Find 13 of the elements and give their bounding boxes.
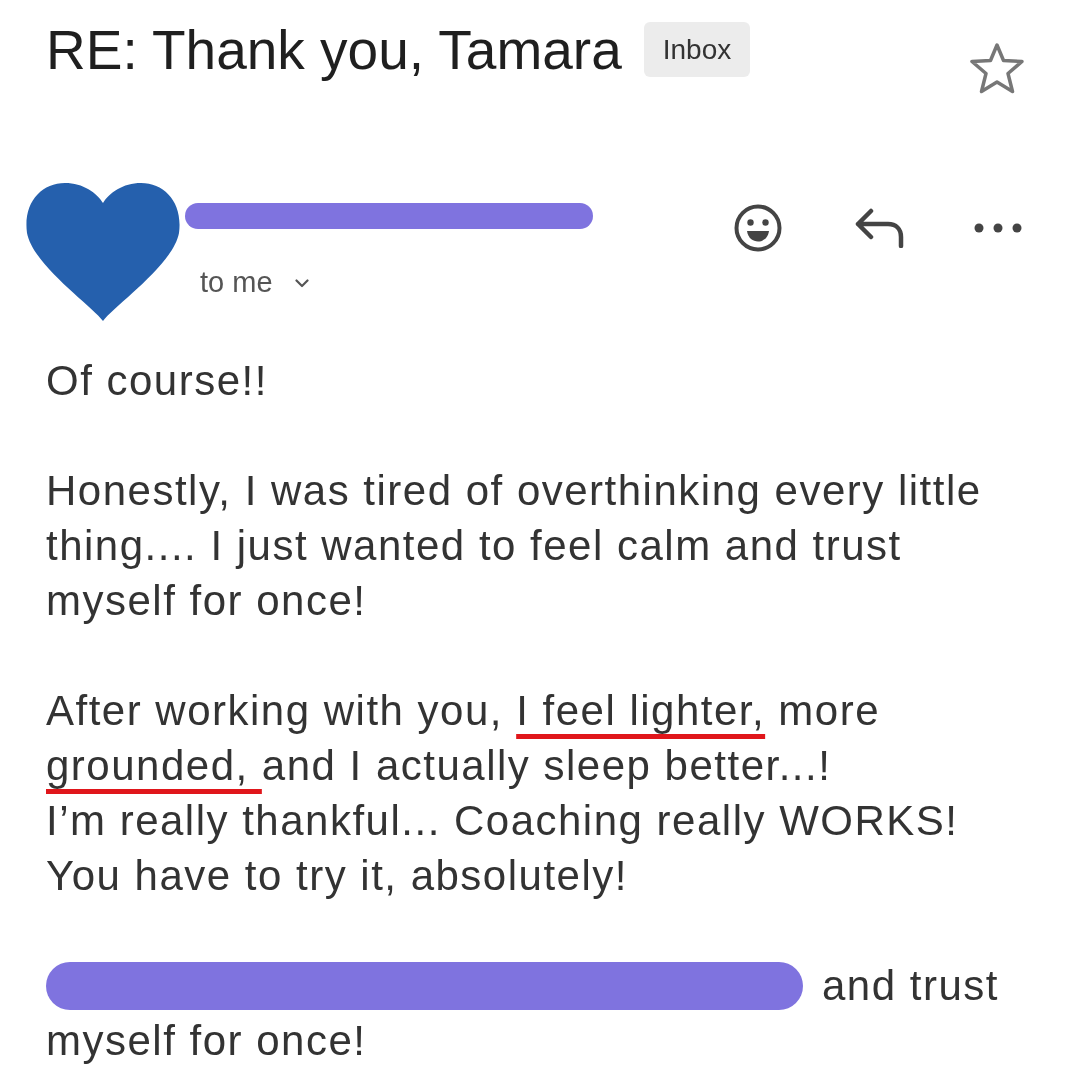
message-text: myself for once!: [46, 1016, 367, 1066]
message-paragraph: Honestly, I was tired of overthinking every little thing.... I just wanted to feel calm and trust myself for once!: [46, 466, 983, 626]
star-icon[interactable]: [969, 42, 1025, 94]
chevron-down-icon: [294, 278, 309, 288]
recipient-toggle[interactable]: to me: [200, 265, 309, 299]
reply-icon[interactable]: [854, 208, 904, 248]
message-paragraph: After working with you, I feel lighter, more grounded, and I actually sleep better...! I’m really thankful... Coaching really WORKS! You have to try it, absolutely!: [46, 686, 960, 901]
inbox-label: Inbox: [643, 22, 751, 77]
message-paragraph: Of course!!: [46, 356, 269, 406]
more-options-icon[interactable]: [974, 223, 1022, 233]
heart-icon: [25, 181, 181, 321]
message-text: and trust: [822, 961, 999, 1011]
smiley-icon[interactable]: [734, 204, 782, 252]
